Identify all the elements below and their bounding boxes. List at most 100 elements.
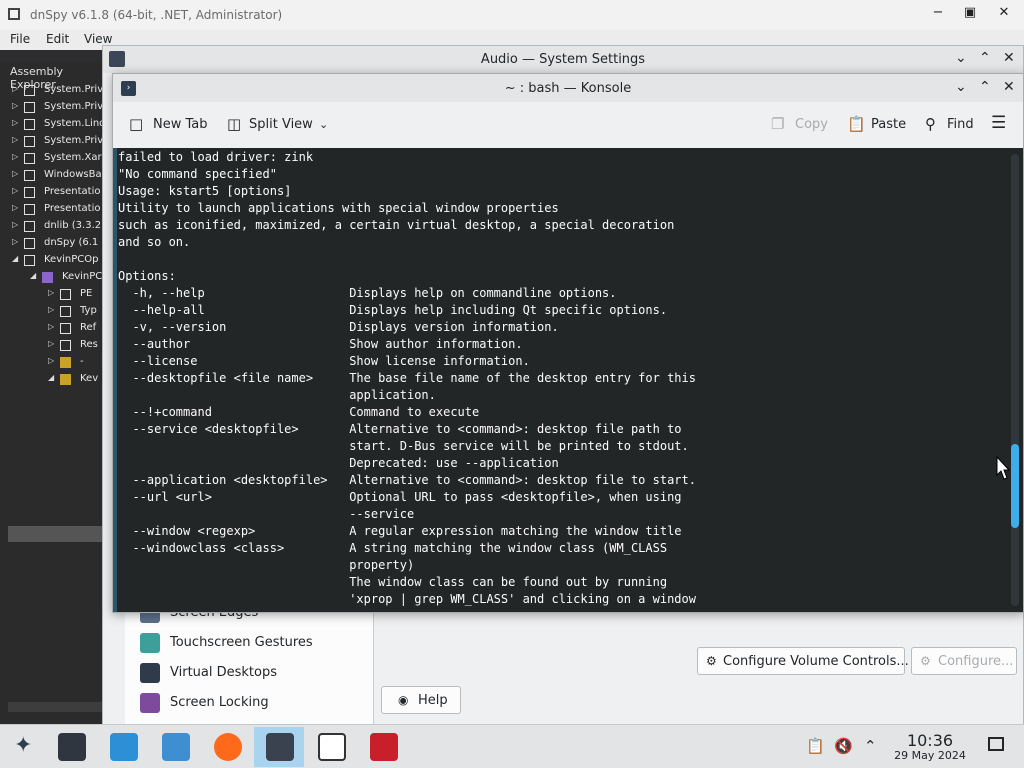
- paste-button[interactable]: 📋 Paste: [847, 115, 911, 135]
- horizontal-scrollbar[interactable]: [8, 702, 102, 712]
- expand-arrow-icon[interactable]: ▷: [48, 339, 56, 348]
- expand-arrow-icon[interactable]: ◢: [48, 373, 56, 382]
- discover-icon: [110, 733, 138, 761]
- assembly-icon: [60, 340, 71, 351]
- minimize-icon[interactable]: −: [924, 5, 952, 25]
- settings-sidebar: Screen Edges Touchscreen Gestures Virtua…: [125, 601, 373, 731]
- task-app[interactable]: [358, 727, 408, 767]
- clipboard-icon[interactable]: 📋: [806, 737, 825, 755]
- assembly-icon: [24, 255, 35, 266]
- tree-selection-band: [8, 526, 102, 542]
- show-desktop-icon[interactable]: [988, 737, 1004, 751]
- terminal-display[interactable]: failed to load driver: zink "No command …: [113, 148, 1023, 612]
- expand-arrow-icon[interactable]: ▷: [12, 152, 20, 161]
- tree-item-label: System.Priv: [44, 84, 104, 95]
- expand-arrow-icon[interactable]: ◢: [30, 271, 38, 280]
- clock-time[interactable]: 10:36: [890, 731, 970, 750]
- menu-view[interactable]: View: [84, 32, 112, 46]
- expand-arrow-icon[interactable]: ▷: [12, 101, 20, 110]
- touchscreen-gestures-icon: [140, 633, 160, 653]
- maximize-icon[interactable]: ⌃: [979, 50, 991, 66]
- assembly-icon: [24, 119, 35, 130]
- terminal-scrollbar[interactable]: [1011, 154, 1019, 606]
- system-settings-icon: [58, 733, 86, 761]
- tree-item-label: KevinPCOp: [44, 254, 99, 265]
- assembly-icon: [24, 170, 35, 181]
- maximize-icon[interactable]: ⌃: [979, 79, 991, 95]
- expand-arrow-icon[interactable]: ▷: [12, 203, 20, 212]
- assembly-icon: [60, 323, 71, 334]
- tree-item-label: System.Priv: [44, 135, 104, 146]
- dnspy-icon: [318, 733, 346, 761]
- assembly-icon: [60, 357, 71, 368]
- task-discover[interactable]: [98, 727, 148, 767]
- virtual-desktops-icon: [140, 663, 160, 683]
- minimize-icon[interactable]: ⌄: [955, 50, 967, 66]
- system-settings-title: Audio — System Settings: [480, 52, 646, 67]
- tree-item-label: -: [80, 356, 84, 367]
- assembly-icon: [24, 204, 35, 215]
- close-icon[interactable]: ✕: [1003, 50, 1015, 66]
- konsole-window: › ~ : bash — Konsole ⌄ ⌃ ✕ □ New Tab ◫ S…: [112, 73, 1024, 613]
- expand-arrow-icon[interactable]: ▷: [12, 135, 20, 144]
- copy-button[interactable]: ❐ Copy: [771, 115, 831, 135]
- assembly-icon: [60, 374, 71, 385]
- clock-date[interactable]: 29 May 2024: [880, 749, 980, 762]
- task-dolphin[interactable]: [150, 727, 200, 767]
- chevron-up-icon[interactable]: ⌃: [864, 737, 877, 755]
- menu-edit[interactable]: Edit: [46, 32, 69, 46]
- help-button[interactable]: ◉ Help: [381, 686, 461, 714]
- application-launcher-button[interactable]: ✦: [0, 727, 50, 767]
- assembly-icon: [60, 289, 71, 300]
- sidebar-divider: [373, 601, 374, 726]
- assembly-icon: [42, 272, 53, 283]
- expand-arrow-icon[interactable]: ▷: [48, 305, 56, 314]
- expand-arrow-icon[interactable]: ▷: [48, 356, 56, 365]
- task-konsole[interactable]: [254, 727, 304, 767]
- tree-item-label: WindowsBa: [44, 169, 102, 180]
- expand-arrow-icon[interactable]: ▷: [48, 288, 56, 297]
- maximize-icon[interactable]: ▣: [956, 5, 984, 25]
- dnspy-app-icon: [8, 8, 20, 20]
- tree-item-label: System.Priv: [44, 101, 104, 112]
- tree-item-label: Ref: [80, 322, 97, 333]
- expand-arrow-icon[interactable]: ▷: [12, 237, 20, 246]
- volume-muted-icon[interactable]: 🔇: [834, 737, 853, 755]
- new-tab-button[interactable]: □ New Tab: [129, 115, 211, 135]
- expand-arrow-icon[interactable]: ▷: [48, 322, 56, 331]
- hamburger-menu-button[interactable]: ☰: [991, 113, 1011, 135]
- tree-item-label: System.Linq: [44, 118, 106, 129]
- konsole-titlebar: › ~ : bash — Konsole ⌄ ⌃ ✕: [113, 74, 1023, 102]
- configure-icon: ⚙: [706, 654, 717, 668]
- terminal-scrollbar-thumb[interactable]: [1011, 444, 1019, 528]
- tree-item-label: PE: [80, 288, 93, 299]
- assembly-icon: [24, 187, 35, 198]
- menu-file[interactable]: File: [10, 32, 30, 46]
- expand-arrow-icon[interactable]: ▷: [12, 169, 20, 178]
- assembly-icon: [24, 136, 35, 147]
- expand-arrow-icon[interactable]: ▷: [12, 220, 20, 229]
- assembly-icon: [24, 238, 35, 249]
- split-view-button[interactable]: ◫ Split View ⌄: [227, 115, 333, 135]
- task-dnspy[interactable]: [306, 727, 356, 767]
- task-firefox[interactable]: [202, 727, 252, 767]
- app-icon: [370, 733, 398, 761]
- close-icon[interactable]: ✕: [990, 5, 1018, 25]
- dnspy-title: dnSpy v6.1.8 (64-bit, .NET, Administrato…: [30, 8, 283, 22]
- assembly-icon: [24, 221, 35, 232]
- taskbar: ✦ 📋 🔇 ⌃ 10:36 29 May 2024: [0, 724, 1024, 768]
- sidebar-item-label: Screen Locking: [170, 695, 269, 710]
- expand-arrow-icon[interactable]: ▷: [12, 84, 20, 93]
- konsole-toolbar: □ New Tab ◫ Split View ⌄ ❐ Copy 📋 Paste …: [113, 102, 1023, 149]
- configure-volume-controls-button[interactable]: ⚙ Configure Volume Controls...: [697, 647, 909, 675]
- close-icon[interactable]: ✕: [1003, 79, 1015, 95]
- assembly-icon: [24, 153, 35, 164]
- paste-icon: 📋: [847, 115, 866, 133]
- minimize-icon[interactable]: ⌄: [955, 79, 967, 95]
- expand-arrow-icon[interactable]: ▷: [12, 118, 20, 127]
- expand-arrow-icon[interactable]: ◢: [12, 254, 20, 263]
- configure-button[interactable]: ⚙ Configure...: [911, 647, 1017, 675]
- find-button[interactable]: ⚲ Find: [925, 115, 979, 135]
- task-system-settings[interactable]: [46, 727, 96, 767]
- expand-arrow-icon[interactable]: ▷: [12, 186, 20, 195]
